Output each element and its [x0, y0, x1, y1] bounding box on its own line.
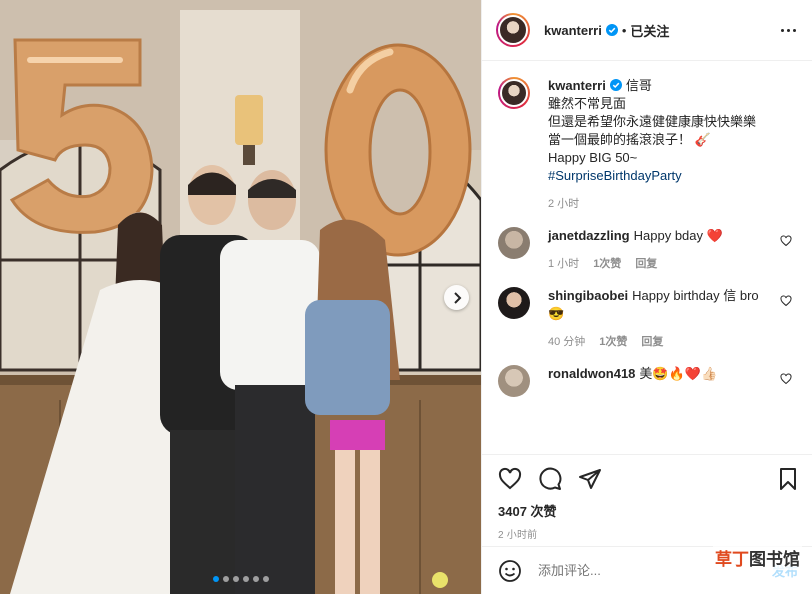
watermark-accent: 草丁 — [715, 550, 749, 569]
carousel-dot — [252, 576, 259, 582]
caption: kwanterri 信哥 雖然不常見面 但還是希望你永遠健健康康快快樂樂 當一個最… — [498, 77, 798, 213]
carousel-dot — [222, 576, 229, 582]
hashtag-link[interactable]: #SurpriseBirthdayParty — [548, 167, 778, 185]
caption-meta: 2 小时 — [548, 195, 778, 213]
post-time: 2 小时前 — [498, 530, 538, 541]
comment-username[interactable]: shingibaobei — [548, 288, 628, 303]
caption-time: 2 小时 — [548, 198, 580, 210]
post-actions: 3407 次赞 2 小时前 — [482, 454, 812, 546]
caption-line: Happy BIG 50~ — [548, 150, 638, 165]
next-slide-button[interactable] — [444, 285, 469, 310]
caption-line: 信哥 — [625, 78, 652, 93]
comment-username[interactable]: janetdazzling — [548, 228, 630, 243]
caption-username[interactable]: kwanterri — [548, 78, 606, 93]
avatar[interactable] — [496, 13, 530, 47]
reply-button[interactable]: 回复 — [641, 333, 663, 351]
comment-item: janetdazzling Happy bday ❤️ 1 小时 1次赞 回复 — [498, 227, 798, 273]
avatar[interactable] — [498, 77, 530, 109]
carousel-dot — [212, 576, 219, 582]
comment-item: shingibaobei Happy birthday 信 bro 😎 40 分钟… — [498, 287, 798, 351]
heart-icon[interactable] — [780, 373, 792, 385]
heart-icon[interactable] — [498, 467, 522, 491]
bookmark-icon[interactable] — [776, 467, 800, 491]
avatar[interactable] — [498, 287, 530, 319]
verified-icon — [609, 79, 622, 91]
comment-likes[interactable]: 1次赞 — [599, 333, 627, 351]
comment-item: ronaldwon418 美🤩🔥❤️👍🏻 — [498, 365, 798, 397]
more-icon — [781, 28, 784, 32]
comment-icon[interactable] — [538, 467, 562, 491]
post-photo[interactable] — [0, 0, 481, 594]
comment-time: 1 小时 — [548, 258, 580, 270]
more-options-button[interactable] — [779, 23, 798, 38]
watermark-text: 图书馆 — [749, 550, 800, 569]
post-header: kwanterri • 已关注 — [482, 0, 812, 61]
carousel-dot — [232, 576, 239, 582]
chevron-right-icon — [453, 291, 461, 304]
heart-icon[interactable] — [780, 295, 792, 307]
post-side-panel: kwanterri • 已关注 kwanterri 信哥 雖然不常見面 但還是希望… — [481, 0, 812, 594]
carousel-dot — [262, 576, 269, 582]
avatar[interactable] — [498, 365, 530, 397]
comment-text: Happy bday ❤️ — [633, 228, 723, 243]
like-count[interactable]: 3407 次赞 — [498, 501, 800, 520]
comment-likes[interactable]: 1次赞 — [593, 255, 621, 273]
instagram-post-modal: kwanterri • 已关注 kwanterri 信哥 雖然不常見面 但還是希望… — [0, 0, 812, 594]
follow-status-button[interactable]: 已关注 — [630, 21, 669, 40]
comment-username[interactable]: ronaldwon418 — [548, 366, 635, 381]
carousel-dot — [242, 576, 249, 582]
share-icon[interactable] — [578, 467, 602, 491]
avatar[interactable] — [498, 227, 530, 259]
comments-section: kwanterri 信哥 雖然不常見面 但還是希望你永遠健健康康快快樂樂 當一個最… — [482, 61, 812, 454]
caption-line: 雖然不常見面 — [548, 96, 627, 111]
emoji-icon[interactable] — [498, 559, 522, 583]
verified-icon — [605, 24, 618, 36]
caption-line: 當一個最帥的搖滾浪子！ 🎸 — [548, 132, 711, 147]
heart-icon[interactable] — [780, 235, 792, 247]
caption-line: 但還是希望你永遠健健康康快快樂樂 — [548, 114, 757, 129]
separator-dot: • — [621, 22, 627, 38]
comment-text: 美🤩🔥❤️👍🏻 — [639, 366, 718, 381]
author-username[interactable]: kwanterri — [544, 23, 602, 38]
party-photo — [0, 0, 481, 594]
reply-button[interactable]: 回复 — [635, 255, 657, 273]
comment-time: 40 分钟 — [548, 336, 586, 348]
carousel-indicator — [0, 576, 481, 582]
watermark-logo: 草丁图书馆 — [713, 545, 802, 570]
